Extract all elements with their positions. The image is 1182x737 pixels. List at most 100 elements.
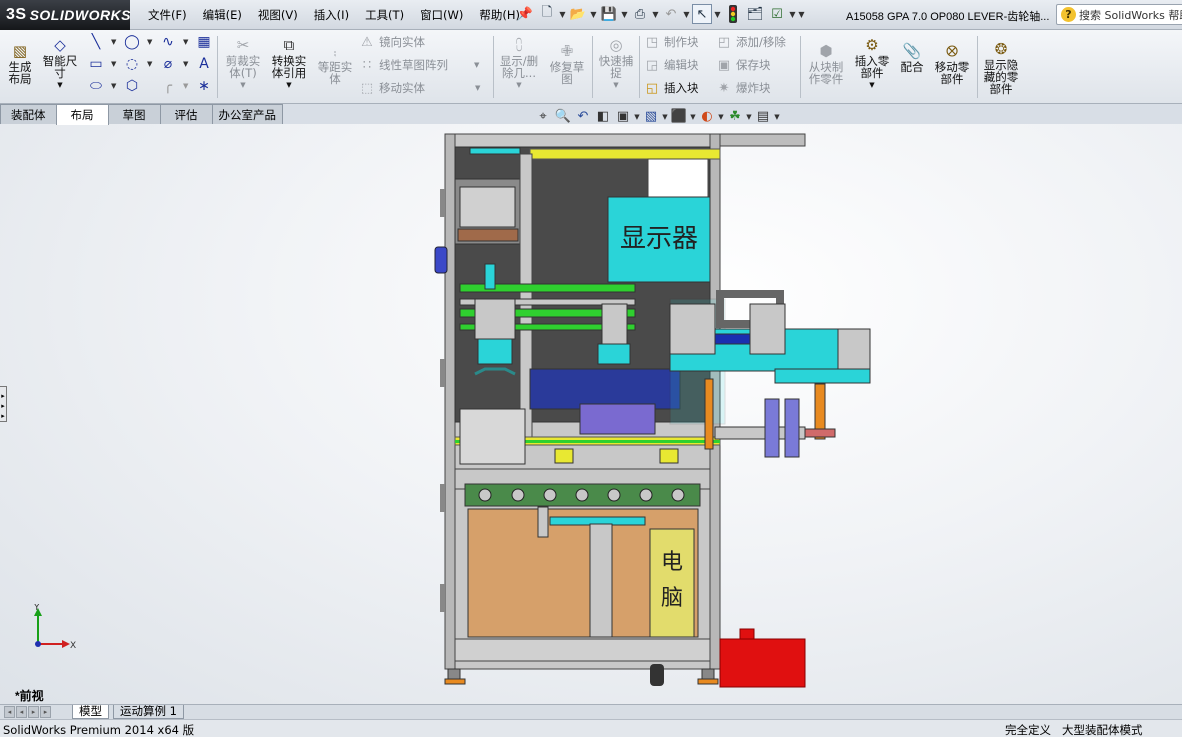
spline-icon[interactable]: ∿ [160,34,176,50]
undo-icon[interactable]: ↶ [661,4,681,24]
chevron-down-icon[interactable]: ▼ [183,60,188,68]
tab-model[interactable]: 模型 [72,705,109,719]
repair-sketch-button[interactable]: ✙ 修复草 图 [546,42,588,85]
next-tab-icon[interactable]: ▸ [28,706,39,718]
move-entities-button[interactable]: ⬚ 移动实体 ▼ [358,80,481,96]
chevron-down-icon[interactable]: ▼ [690,113,696,121]
chevron-down-icon[interactable]: ▼ [869,79,874,91]
construction-geometry-icon[interactable]: ▦ [196,34,212,50]
display-delete-relations-button[interactable]: ⩇ 显示/删 除几... ▼ [497,36,541,91]
zoom-to-fit-icon[interactable]: ⌖ [534,108,552,126]
chevron-down-icon[interactable]: ▼ [475,84,480,92]
mate-button[interactable]: 📎 配合 [896,42,928,73]
hide-show-icon[interactable]: ⬛ [670,108,688,126]
rectangle-icon[interactable]: ▭ [88,56,104,72]
view-orientation-icon[interactable]: ▣ [614,108,632,126]
offset-entities-button[interactable]: ⨾ 等距实 体 [314,42,356,85]
chevron-down-icon[interactable]: ▼ [634,113,640,121]
save-block-button[interactable]: ▣ 保存块 [715,57,771,73]
chevron-down-icon[interactable]: ▼ [621,10,628,19]
apply-scene-icon[interactable]: ☘ [726,108,744,126]
menu-view[interactable]: 视图(V) [250,6,306,24]
chevron-down-icon[interactable]: ▼ [57,79,62,91]
graphics-area[interactable]: ▸ ▸ ▸ 显示器 电 脑 Y X *前视 [0,124,1182,704]
print-icon[interactable]: ⎙ [630,4,650,24]
insert-part-button[interactable]: ⚙ 插入零 部件 ▼ [850,36,894,91]
make-block-button[interactable]: ◳ 制作块 [643,34,699,50]
chevron-down-icon[interactable]: ▼ [474,61,479,69]
chevron-down-icon[interactable]: ▼ [590,10,597,19]
search-help-input[interactable]: ? 搜索 SolidWorks 帮助 [1056,4,1182,25]
zoom-area-icon[interactable]: 🔍 [554,108,572,126]
open-icon[interactable]: 📂 [568,4,588,24]
tab-sketch[interactable]: 草图 [107,104,161,124]
polygon-icon[interactable]: ⬡ [124,78,140,94]
chevron-down-icon[interactable]: ▼ [798,10,805,19]
tab-office-products[interactable]: 办公室产品 [211,104,283,124]
options-icon[interactable]: ☑ [767,4,787,24]
chevron-down-icon[interactable]: ▼ [111,60,116,68]
chevron-down-icon[interactable]: ▼ [718,113,724,121]
slot-icon[interactable]: ⬭ [88,78,104,94]
chevron-down-icon[interactable]: ▼ [559,10,566,19]
select-icon[interactable]: ↖ [692,4,712,24]
assembly-model-front-view[interactable]: 显示器 电 脑 [430,129,875,694]
chevron-down-icon[interactable]: ▼ [746,113,752,121]
prev-tab-icon[interactable]: ◂ [16,706,27,718]
ellipse-icon[interactable]: ⌀ [160,56,176,72]
point-icon[interactable]: ∗ [196,78,212,94]
trim-entities-button[interactable]: ✂ 剪裁实 体(T) ▼ [222,36,264,91]
chevron-down-icon[interactable]: ▼ [613,79,618,91]
chevron-down-icon[interactable]: ▼ [147,60,152,68]
convert-entities-button[interactable]: ⧉ 转换实 体引用 ▼ [268,36,310,91]
chevron-down-icon[interactable]: ▼ [111,38,116,46]
chevron-down-icon[interactable]: ▼ [183,38,188,46]
chevron-down-icon[interactable]: ▼ [662,113,668,121]
chevron-down-icon[interactable]: ▼ [147,38,152,46]
section-view-icon[interactable]: ◧ [594,108,612,126]
generate-layout-button[interactable]: ▧ 生成 布局 [5,42,35,85]
menu-file[interactable]: 文件(F) [140,6,195,24]
chevron-down-icon[interactable]: ▼ [714,10,721,19]
chevron-down-icon[interactable]: ▼ [683,10,690,19]
rebuild-icon[interactable] [723,4,743,24]
quick-snaps-button[interactable]: ◎ 快速捕 捉 ▼ [596,36,636,91]
tab-evaluate[interactable]: 评估 [159,104,213,124]
chevron-down-icon[interactable]: ▼ [240,79,245,91]
menu-window[interactable]: 窗口(W) [412,6,471,24]
chevron-down-icon[interactable]: ▼ [111,82,116,90]
move-component-button[interactable]: ⭙ 移动零 部件 [930,42,974,85]
mirror-entities-button[interactable]: ⚠ 镜向实体 [358,34,425,50]
line-icon[interactable]: ╲ [88,34,104,50]
tab-assembly[interactable]: 装配体 [0,104,57,124]
chevron-down-icon[interactable]: ▼ [774,113,780,121]
insert-block-button[interactable]: ◱ 插入块 [643,80,699,96]
linear-pattern-button[interactable]: ∷ 线性草图阵列 ▼ [358,57,480,73]
first-tab-icon[interactable]: ◂ [4,706,15,718]
file-properties-icon[interactable]: 🗂 [745,4,765,24]
explode-block-button[interactable]: ✷ 爆炸块 [715,80,771,96]
arc-icon[interactable]: ◌ [124,56,140,72]
menu-insert[interactable]: 插入(I) [306,6,357,24]
tab-layout[interactable]: 布局 [55,104,109,125]
last-tab-icon[interactable]: ▸ [40,706,51,718]
chevron-down-icon[interactable]: ▼ [286,79,291,91]
menu-tools[interactable]: 工具(T) [357,6,412,24]
new-document-icon[interactable]: 🗋 [537,4,557,24]
circle-icon[interactable]: ◯ [124,34,140,50]
add-remove-block-button[interactable]: ◰ 添加/移除 [715,34,786,50]
edit-block-button[interactable]: ◲ 编辑块 [643,57,699,73]
chevron-down-icon[interactable]: ▼ [789,10,796,19]
display-style-icon[interactable]: ▧ [642,108,660,126]
feature-manager-expand-handle[interactable]: ▸ ▸ ▸ [0,386,7,422]
edit-appearance-icon[interactable]: ◐ [698,108,716,126]
save-icon[interactable]: 💾 [599,4,619,24]
chevron-down-icon[interactable]: ▼ [652,10,659,19]
solidworks-logo[interactable]: 3S SOLIDWORKS [0,0,131,30]
smart-dimension-button[interactable]: ◇ 智能尺 寸 ▼ [40,36,80,91]
chevron-down-icon[interactable]: ▼ [516,79,521,91]
view-settings-icon[interactable]: ▤ [754,108,772,126]
make-part-from-block-button[interactable]: ⬢ 从块制 作零件 [804,42,848,85]
fillet-icon[interactable]: ╭ [160,78,176,94]
chevron-down-icon[interactable]: ▼ [183,82,188,90]
